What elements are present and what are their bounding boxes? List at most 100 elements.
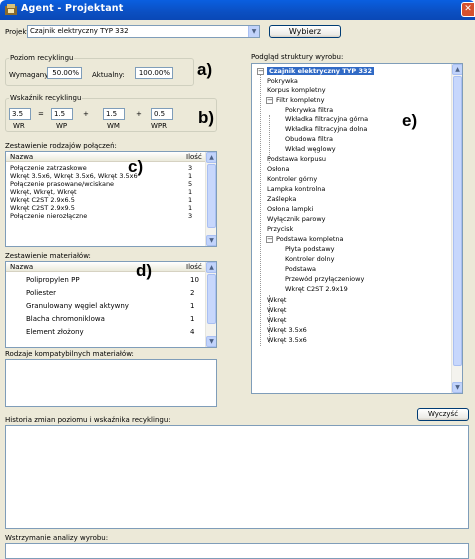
list-item[interactable]: Wkręt C2ST 2.9x6.5 [10, 197, 75, 204]
compatible-title: Rodzaje kompatybilnych materiałów: [5, 350, 134, 358]
tree-node[interactable]: Wkładka filtracyjna górna [285, 115, 368, 123]
tree-node[interactable]: Kontroler górny [267, 175, 317, 183]
chevron-down-icon[interactable]: ▼ [248, 26, 259, 37]
tree-node[interactable]: Filtr kompletny [276, 96, 324, 104]
current-value: 100.00% [135, 67, 173, 79]
scroll-up-arrow-icon[interactable]: ▲ [206, 152, 216, 163]
list-item[interactable]: Połączenie prasowane/wciskane [10, 181, 114, 188]
connections-title: Zestawienie rodzajów połączeń: [5, 142, 117, 150]
product-tree[interactable]: − Czajnik elektryczny TYP 332 Pokrywka K… [251, 63, 463, 394]
halt-title: Wstrzymanie analizy wyrobu: [5, 534, 109, 542]
materials-col-qty: Ilość [186, 263, 202, 271]
current-label: Aktualny: [92, 71, 125, 79]
collapse-icon[interactable]: − [257, 68, 264, 75]
scroll-thumb[interactable] [453, 76, 462, 366]
scroll-up-arrow-icon[interactable]: ▲ [206, 262, 216, 273]
scroll-down-arrow-icon[interactable]: ▼ [452, 382, 462, 393]
connections-header: Nazwa Ilość [6, 152, 205, 162]
tree-node[interactable]: Wkręt [267, 296, 286, 304]
title-bar[interactable]: Agent - Projektant ✕ [0, 0, 475, 20]
list-item[interactable]: Poliester [26, 290, 56, 297]
tree-node[interactable]: Wkręt [267, 316, 286, 324]
halt-field[interactable] [5, 543, 469, 559]
history-list[interactable] [5, 425, 469, 529]
tree-node[interactable]: Wkład węglowy [285, 145, 336, 153]
wpr-value: 0.5 [151, 108, 173, 120]
wm-value: 1.5 [103, 108, 125, 120]
tree-node[interactable]: Przewód przyłączeniowy [285, 275, 364, 283]
scroll-thumb[interactable] [207, 164, 216, 228]
collapse-icon[interactable]: − [266, 236, 273, 243]
required-value: 50.00% [47, 67, 82, 79]
list-item-qty: 3 [188, 212, 193, 220]
list-item-qty: 4 [190, 328, 195, 336]
tree-node[interactable]: Wkręt [267, 306, 286, 314]
list-item[interactable]: Polipropylen PP [26, 277, 80, 284]
tree-node[interactable]: Wkręt C2ST 2.9x19 [285, 285, 348, 293]
scroll-up-arrow-icon[interactable]: ▲ [452, 64, 462, 75]
close-button[interactable]: ✕ [461, 2, 475, 17]
materials-header: Nazwa Ilość [6, 262, 205, 272]
tree-node[interactable]: Lampka kontrolna [267, 185, 325, 193]
tree-node[interactable]: Kontroler dolny [285, 255, 335, 263]
tree-node[interactable]: Osłona [267, 165, 289, 173]
tree-scrollbar[interactable]: ▲ ▼ [451, 64, 462, 393]
compatible-list[interactable] [5, 359, 217, 407]
list-item-qty: 1 [188, 204, 193, 212]
annotation-b: b) [198, 108, 215, 127]
wr-value: 3.5 [9, 108, 31, 120]
collapse-icon[interactable]: − [266, 97, 273, 104]
scroll-down-arrow-icon[interactable]: ▼ [206, 235, 216, 246]
tree-node[interactable]: Wkładka filtracyjna dolna [285, 125, 367, 133]
tree-title: Podgląd struktury wyrobu: [251, 53, 344, 61]
tree-node[interactable]: Płyta podstawy [285, 245, 335, 253]
window-body: Projekt: Czajnik elektryczny TYP 332 ▼ W… [0, 20, 475, 559]
list-item[interactable]: Blacha chromoniklowa [26, 316, 105, 323]
tree-node[interactable]: Wkręt 3.5x6 [267, 336, 307, 344]
recycling-level-title: Poziom recyklingu [9, 54, 75, 62]
scroll-thumb[interactable] [207, 274, 216, 324]
tree-node[interactable]: Osłona lampki [267, 205, 313, 213]
tree-node[interactable]: Wyłącznik parowy [267, 215, 326, 223]
tree-node-root[interactable]: Czajnik elektryczny TYP 332 [267, 67, 375, 75]
tree-node[interactable]: Wkręt 3.5x6 [267, 326, 307, 334]
wpr-label: WPR [151, 122, 168, 130]
tree-node[interactable]: Pokrywka [267, 77, 298, 85]
scroll-down-arrow-icon[interactable]: ▼ [206, 336, 216, 347]
materials-list[interactable]: Nazwa Ilość Polipropylen PP 10 Poliester 2… [5, 261, 217, 348]
connections-list[interactable]: Nazwa Ilość Połączenie zatrzaskowe 3 Wkrę… [5, 151, 217, 247]
connections-col-name: Nazwa [10, 153, 34, 161]
list-item-qty: 2 [190, 289, 195, 297]
project-select[interactable]: Czajnik elektryczny TYP 332 ▼ [27, 25, 260, 38]
wr-label: WR [13, 122, 25, 130]
annotation-a: a) [197, 60, 213, 79]
connections-col-qty: Ilość [186, 153, 202, 161]
list-item[interactable]: Połączenie nierozłączne [10, 213, 87, 220]
project-select-value: Czajnik elektryczny TYP 332 [30, 27, 129, 35]
list-item-qty: 1 [188, 196, 193, 204]
tree-node[interactable]: Obudowa filtra [285, 135, 333, 143]
tree-node[interactable]: Pokrywka filtra [285, 106, 333, 114]
list-item[interactable]: Granulowany węgiel aktywny [26, 303, 129, 310]
tree-node[interactable]: Podstawa korpusu [267, 155, 326, 163]
list-item[interactable]: Element złożony [26, 329, 84, 336]
list-item[interactable]: Wkręt C2ST 2.9x9.5 [10, 205, 75, 212]
tree-node[interactable]: Przycisk [267, 225, 293, 233]
list-item-qty: 5 [188, 180, 193, 188]
list-item[interactable]: Połączenie zatrzaskowe [10, 165, 87, 172]
list-item[interactable]: Wkręt, Wkręt, Wkręt [10, 189, 77, 196]
recycling-index-title: Wskaźnik recyklingu [9, 94, 83, 102]
clear-history-button[interactable]: Wyczyść [417, 408, 469, 421]
tree-node[interactable]: Zaślepka [267, 195, 296, 203]
materials-title: Zestawienie materiałów: [5, 252, 91, 260]
equals-sign: = [38, 110, 44, 118]
list-item-qty: 1 [190, 315, 195, 323]
materials-scrollbar[interactable]: ▲ ▼ [205, 262, 216, 347]
tree-node[interactable]: Korpus kompletny [267, 86, 326, 94]
connections-scrollbar[interactable]: ▲ ▼ [205, 152, 216, 246]
tree-node[interactable]: Podstawa kompletna [276, 235, 344, 243]
plus-sign-2: + [136, 110, 142, 118]
list-item[interactable]: Wkręt 3.5x6, Wkręt 3.5x6, Wkręt 3.5x6 [10, 173, 138, 180]
tree-node[interactable]: Podstawa [285, 265, 316, 273]
choose-project-button[interactable]: Wybierz [269, 25, 341, 38]
